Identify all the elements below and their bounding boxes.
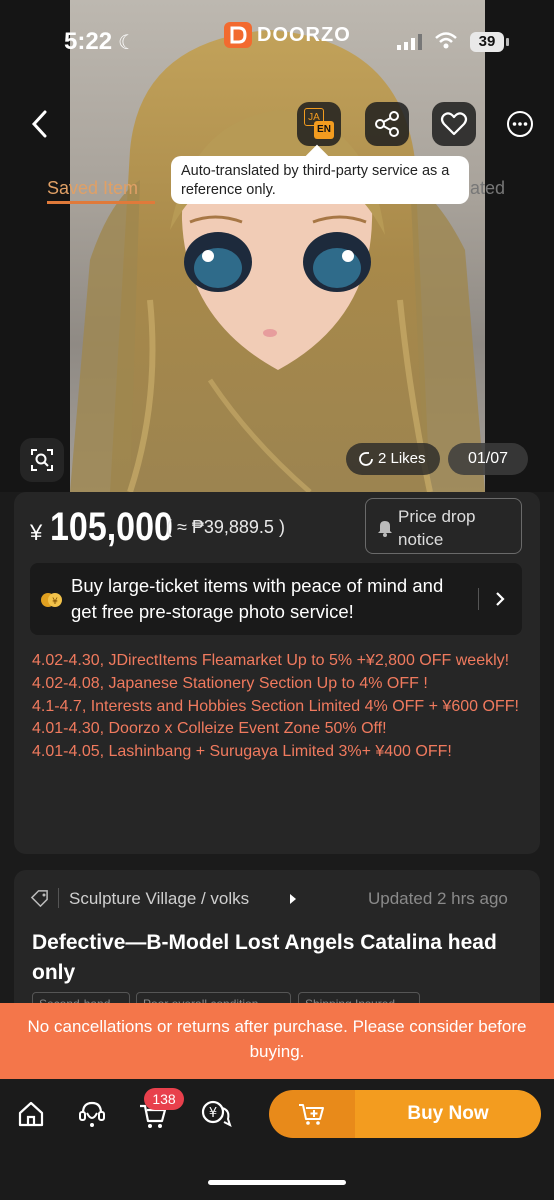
status-bar: 5:22 ☾ DOORZO 39 — [0, 0, 554, 84]
likes-count[interactable]: 2 Likes — [346, 443, 440, 475]
photo-service-text: Buy large-ticket items with peace of min… — [71, 575, 444, 622]
back-button[interactable] — [18, 102, 62, 146]
share-button[interactable] — [365, 102, 409, 146]
status-time: 5:22 — [64, 28, 113, 55]
moon-icon: ☾ — [118, 32, 136, 54]
signal-icon — [397, 34, 422, 50]
battery-cap — [506, 38, 509, 46]
promotion-item[interactable]: 4.01-4.05, Lashinbang + Surugaya Limited… — [32, 741, 532, 764]
price-chat-icon[interactable]: ¥ — [200, 1099, 232, 1129]
customer-service-icon[interactable] — [77, 1099, 107, 1129]
coins-icon: ¥ — [41, 593, 62, 607]
category-divider — [58, 888, 59, 908]
svg-text:¥: ¥ — [52, 597, 58, 607]
product-title: Defective—B-Model Lost Angels Catalina h… — [32, 931, 497, 984]
battery-indicator: 39 — [470, 32, 504, 52]
translation-tooltip: Auto-translated by third-party service a… — [171, 156, 469, 204]
tab-active-indicator — [47, 201, 155, 204]
more-button[interactable] — [498, 102, 542, 146]
price-drop-notice-label: Price drop notice — [398, 507, 476, 549]
share-icon — [375, 111, 399, 137]
home-indicator — [208, 1180, 346, 1185]
updated-time: Updated 2 hrs ago — [368, 889, 508, 908]
price-currency: ¥ — [30, 520, 43, 545]
likes-icon — [359, 452, 373, 466]
promotion-item[interactable]: 4.02-4.30, JDirectItems Fleamarket Up to… — [32, 650, 532, 673]
tab-saved-item[interactable]: Saved Item — [47, 178, 138, 199]
price-converted: ( ≈ ₱39,889.5 ) — [166, 517, 285, 537]
likes-label: 2 Likes — [378, 450, 426, 467]
caret-right-icon — [290, 894, 296, 904]
doorzo-logo-icon — [224, 22, 252, 48]
add-to-cart-button[interactable] — [269, 1090, 355, 1138]
tag-icon — [30, 890, 48, 907]
image-page-indicator: 01/07 — [448, 443, 528, 475]
promotion-item[interactable]: 4.1-4.7, Interests and Hobbies Section L… — [32, 696, 532, 719]
more-icon — [507, 111, 533, 137]
favorite-button[interactable] — [432, 102, 476, 146]
wifi-icon — [435, 32, 457, 49]
promotion-list: 4.02-4.30, JDirectItems Fleamarket Up to… — [32, 650, 532, 764]
heart-icon — [440, 112, 468, 136]
doorzo-logo-text: DOORZO — [257, 24, 351, 46]
price-amount: 105,000 — [50, 505, 173, 549]
banner-divider — [478, 588, 479, 610]
tab-related[interactable]: ated — [470, 178, 505, 199]
translate-button[interactable]: JA EN — [297, 102, 341, 146]
buy-now-button[interactable]: Buy Now — [355, 1090, 541, 1138]
cart-plus-icon — [299, 1104, 324, 1125]
promotion-item[interactable]: 4.02-4.08, Japanese Stationery Section U… — [32, 673, 532, 696]
chevron-right-icon — [496, 592, 505, 606]
bell-icon — [378, 521, 392, 537]
cart-count-badge: 138 — [144, 1088, 184, 1110]
promotion-item[interactable]: 4.01-4.30, Doorzo x Colleize Event Zone … — [32, 718, 532, 741]
category-breadcrumb[interactable]: Sculpture Village / volks — [69, 889, 249, 909]
home-icon[interactable] — [16, 1099, 46, 1129]
warning-text: No cancellations or returns after purcha… — [27, 1017, 527, 1061]
image-search-button[interactable] — [20, 438, 64, 482]
svg-text:¥: ¥ — [209, 1106, 217, 1121]
chevron-left-icon — [31, 110, 47, 138]
translate-en-icon: EN — [314, 121, 334, 139]
scan-search-icon — [31, 449, 53, 471]
